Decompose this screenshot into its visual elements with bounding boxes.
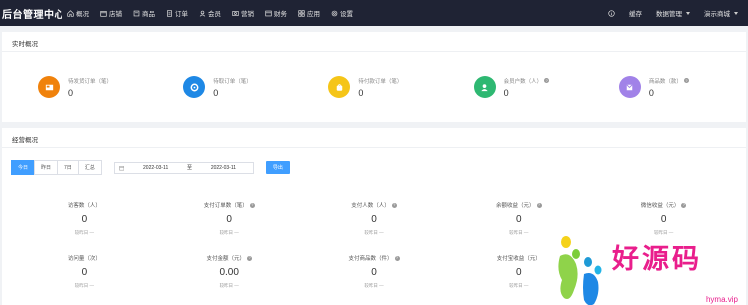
home-icon bbox=[67, 9, 74, 17]
stat-pending-ship[interactable]: 待发货订单（笔） 0 bbox=[12, 76, 155, 98]
business-title: 经营概况 bbox=[2, 128, 746, 148]
nav-item-finance[interactable]: 财务 bbox=[265, 8, 287, 18]
refresh-icon bbox=[183, 76, 206, 98]
export-button[interactable]: 导出 bbox=[265, 161, 290, 174]
help-icon[interactable]: ? bbox=[249, 202, 255, 208]
help-icon[interactable]: ? bbox=[246, 255, 252, 261]
metric-balance-income: 余额收益（元）? 0 较昨日 — bbox=[496, 202, 542, 235]
business-filters: 今日 昨日 7日 汇总 2022-03-11 至 2022-03-11 导出 bbox=[2, 148, 746, 175]
date-range-picker[interactable]: 2022-03-11 至 2022-03-11 bbox=[113, 161, 254, 174]
metric-paid-users: 支付人数（人）? 0 较昨日 — bbox=[351, 202, 397, 235]
period-tabs: 今日 昨日 7日 汇总 bbox=[11, 160, 102, 175]
nav-item-order[interactable]: 订单 bbox=[166, 8, 188, 18]
stat-goods[interactable]: 商品数（款）? 0 bbox=[591, 76, 736, 98]
tab-summary[interactable]: 汇总 bbox=[77, 160, 102, 175]
brand-title[interactable]: 后台管理中心 bbox=[0, 6, 62, 21]
store-icon bbox=[100, 10, 107, 17]
top-navbar: 后台管理中心 概况 店铺 商品 订单 会员 营销 财务 应用 设置 缓存 数据管… bbox=[0, 0, 748, 26]
cache-button[interactable]: 缓存 bbox=[629, 8, 642, 18]
nav-item-settings[interactable]: 设置 bbox=[331, 8, 353, 18]
goods-icon bbox=[133, 10, 140, 16]
help-icon[interactable]: ? bbox=[394, 255, 400, 261]
finance-icon bbox=[265, 10, 272, 16]
tab-yesterday[interactable]: 昨日 bbox=[34, 160, 59, 175]
business-card: 经营概况 今日 昨日 7日 汇总 2022-03-11 至 2022-03-11… bbox=[2, 128, 746, 305]
metric-wechat-income: 微信收益（元）? 0 较昨日 — bbox=[640, 202, 687, 235]
calendar-icon bbox=[119, 165, 124, 170]
nav-item-store[interactable]: 店铺 bbox=[100, 8, 122, 18]
date-end[interactable]: 2022-03-11 bbox=[198, 165, 249, 171]
box-icon bbox=[618, 76, 641, 98]
user-icon bbox=[199, 10, 206, 17]
marketing-icon bbox=[232, 10, 239, 16]
help-icon[interactable]: ? bbox=[683, 78, 689, 83]
watermark-url: hyma.vip bbox=[705, 295, 738, 304]
main-nav: 概况 店铺 商品 订单 会员 营销 财务 应用 设置 bbox=[67, 8, 353, 18]
tab-today[interactable]: 今日 bbox=[11, 160, 36, 175]
date-start[interactable]: 2022-03-11 bbox=[130, 165, 181, 171]
admin-menu[interactable]: 数据管理 bbox=[656, 8, 690, 18]
watermark: 好源码 hyma.vip bbox=[554, 232, 740, 305]
info-button[interactable] bbox=[608, 9, 615, 17]
metric-paid-orders: 支付订单数（笔）? 0 较昨日 — bbox=[203, 202, 255, 235]
realtime-stats: 待发货订单（笔） 0 待取订单（笔） 0 待付款订单（笔） 0 会员户数（人） … bbox=[2, 52, 746, 122]
help-icon[interactable]: ? bbox=[391, 202, 397, 208]
apps-icon bbox=[298, 9, 305, 17]
tab-7days[interactable]: 7日 bbox=[57, 160, 79, 175]
order-icon bbox=[167, 9, 172, 17]
nav-item-goods[interactable]: 商品 bbox=[133, 8, 155, 18]
stat-members[interactable]: 会员户数（人）? 0 bbox=[446, 76, 591, 98]
bag-icon bbox=[328, 76, 351, 98]
chevron-down-icon bbox=[734, 11, 738, 15]
nav-item-overview[interactable]: 概况 bbox=[67, 8, 89, 18]
image-icon bbox=[38, 76, 60, 98]
watermark-text: 好源码 bbox=[612, 244, 702, 275]
person-icon bbox=[473, 76, 496, 98]
help-icon[interactable]: ? bbox=[536, 202, 542, 208]
stat-pending-pay[interactable]: 待付款订单（笔） 0 bbox=[300, 76, 445, 98]
metric-paid-goods: 支付商品数（件）? 0 较昨日 — bbox=[348, 255, 400, 288]
nav-item-member[interactable]: 会员 bbox=[199, 8, 221, 18]
nav-item-apps[interactable]: 应用 bbox=[298, 8, 320, 18]
stat-pending-pickup[interactable]: 待取订单（笔） 0 bbox=[155, 76, 300, 98]
realtime-title: 实时概况 bbox=[2, 32, 746, 52]
info-icon bbox=[608, 9, 615, 17]
chevron-down-icon bbox=[686, 11, 690, 15]
metric-visitors: 访客数（人） 0 较昨日 — bbox=[67, 203, 101, 235]
footprint-logo-icon bbox=[558, 236, 602, 305]
settings-icon bbox=[331, 10, 338, 16]
date-separator: 至 bbox=[187, 165, 193, 171]
topbar-right: 缓存 数据管理 演示商城 bbox=[608, 8, 748, 18]
metric-paid-amount: 支付金额（元）? 0.00 较昨日 — bbox=[206, 255, 252, 288]
realtime-card: 实时概况 待发货订单（笔） 0 待取订单（笔） 0 待付款订单（笔） 0 会员户… bbox=[2, 32, 746, 122]
help-icon[interactable]: ? bbox=[544, 78, 550, 83]
nav-item-marketing[interactable]: 营销 bbox=[232, 8, 254, 18]
help-icon[interactable]: ? bbox=[681, 202, 687, 208]
metric-page-views: 访问量（次） 0 较昨日 — bbox=[67, 256, 101, 288]
store-menu[interactable]: 演示商城 bbox=[704, 8, 738, 18]
